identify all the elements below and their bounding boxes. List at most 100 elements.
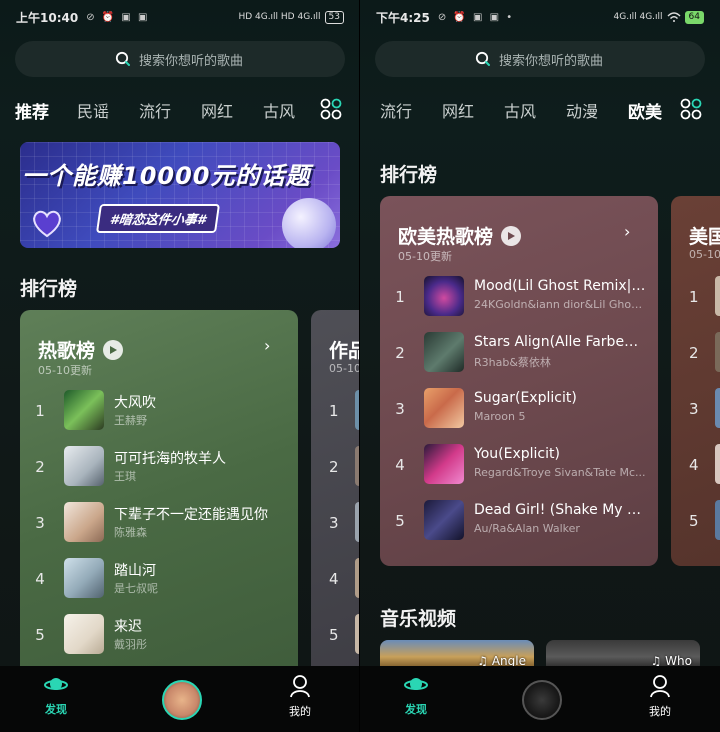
tab-internet[interactable]: 网红: [201, 98, 233, 122]
chevron-right-icon[interactable]: ›: [264, 336, 270, 355]
play-icon[interactable]: [501, 225, 522, 246]
banner-title: 一个能赚10000元的话题: [22, 162, 311, 190]
artist-name: 王琪: [114, 470, 136, 483]
artist-name: 戴羽彤: [114, 638, 147, 651]
nav-discover[interactable]: 发现: [404, 674, 428, 717]
nav-mine-label: 我的: [289, 705, 311, 718]
chart-row[interactable]: 4 You(Explicit) Regard&Troye Sivan&Tate …: [380, 442, 658, 488]
chart-row[interactable]: 5 来迟 戴羽彤: [20, 612, 298, 658]
screen-left: 上午10:40 ⊘ ⏰ ▣ ▣ HD 4G.ıll HD 4G.ıll 53 搜…: [0, 0, 360, 732]
now-playing-disc[interactable]: [162, 680, 202, 720]
tab-internet[interactable]: 网红: [442, 98, 474, 122]
peek-card-title: 作品: [329, 340, 359, 362]
status-time: 上午10:40: [16, 10, 79, 25]
nav-discover[interactable]: 发现: [44, 674, 68, 717]
play-icon[interactable]: [103, 339, 124, 360]
chart-row[interactable]: 1 大风吹 王赫野: [20, 388, 298, 434]
tab-ancient[interactable]: 古风: [263, 98, 295, 122]
chart-card-title-row: 欧美热歌榜: [398, 222, 522, 249]
chart-row[interactable]: 4 踏山河 是七叔呢: [20, 556, 298, 602]
chart-row[interactable]: 3 下辈子不一定还能遇见你 陈雅森: [20, 500, 298, 546]
section-title-charts: 排行榜: [380, 164, 438, 186]
chart-row[interactable]: 3 Sugar(Explicit) Maroon 5: [380, 386, 658, 432]
status-time: 下午4:25: [376, 10, 430, 25]
album-cover: [715, 444, 720, 484]
nav-mine[interactable]: 我的: [649, 674, 671, 719]
song-title: 来迟: [114, 619, 142, 635]
rank-number: 2: [395, 344, 405, 362]
rank-number: 4: [329, 570, 339, 588]
tab-recommend[interactable]: 推荐: [15, 98, 49, 127]
album-cover: [64, 390, 104, 430]
album-cover: [64, 558, 104, 598]
peek-card-updated: 05-10: [689, 248, 720, 261]
rank-number: 3: [329, 514, 339, 532]
rank-number: 5: [35, 626, 45, 644]
chart-card-title: 热歌榜: [38, 340, 96, 362]
banner-orb: [282, 198, 336, 248]
rank-number: 5: [689, 512, 699, 530]
rank-number: 1: [395, 288, 405, 306]
tab-anime[interactable]: 动漫: [566, 98, 598, 122]
screen-right: 下午4:25 ⊘ ⏰ ▣ ▣ • 4G.ıll 4G.ıll 64 搜索你想听的…: [360, 0, 720, 732]
nav-mine[interactable]: 我的: [289, 674, 311, 719]
chevron-right-icon[interactable]: ›: [624, 222, 630, 241]
promo-banner[interactable]: 一个能赚10000元的话题 #暗恋这件小事#: [20, 142, 340, 248]
song-title: Sugar(Explicit): [474, 390, 577, 406]
album-cover: [715, 388, 720, 428]
artist-name: Maroon 5: [474, 410, 526, 423]
chart-card-western[interactable]: 欧美热歌榜 › 05-10更新 1 Mood(Lil Ghost Remix|E…: [380, 196, 658, 566]
tab-western[interactable]: 欧美: [628, 98, 662, 127]
chart-card-hot[interactable]: 热歌榜 › 05-10更新 1 大风吹 王赫野 2 可可托海的牧羊人 王琪 3 …: [20, 310, 298, 690]
rank-number: 4: [35, 570, 45, 588]
rank-number: 1: [329, 402, 339, 420]
status-icons: ⊘ ⏰ ▣ ▣ •: [437, 11, 515, 23]
nav-mine-label: 我的: [649, 705, 671, 718]
album-cover: [424, 444, 464, 484]
chart-row[interactable]: 5 Dead Girl! (Shake My H... Au/Ra&Alan W…: [380, 498, 658, 544]
user-icon: [650, 675, 670, 698]
section-title-charts: 排行榜: [20, 278, 78, 300]
video-card[interactable]: ♫ Who: [546, 640, 700, 668]
chart-card-title: 欧美热歌榜: [398, 226, 494, 248]
tab-ancient[interactable]: 古风: [504, 98, 536, 122]
artist-name: R3hab&蔡依林: [474, 356, 551, 369]
now-playing-disc[interactable]: [522, 680, 562, 720]
heart-icon: [33, 210, 61, 238]
banner-tag: #暗恋这件小事#: [95, 204, 221, 233]
search-placeholder: 搜索你想听的歌曲: [499, 53, 604, 69]
search-icon: [475, 51, 490, 66]
chart-card-peek[interactable]: 美国 05-10 1 2 3 4 5: [671, 196, 720, 566]
chart-row[interactable]: 1 Mood(Lil Ghost Remix|E... 24KGoldn&ian…: [380, 274, 658, 320]
chart-card-peek[interactable]: 作品 05-10 1 2 3 4 5: [311, 310, 359, 690]
song-title: 可可托海的牧羊人: [114, 451, 226, 467]
tab-folk[interactable]: 民谣: [77, 98, 109, 122]
status-bar: 上午10:40 ⊘ ⏰ ▣ ▣ HD 4G.ıll HD 4G.ıll 53: [0, 0, 359, 34]
album-cover: [424, 276, 464, 316]
video-card[interactable]: ♫ Angle: [380, 640, 534, 668]
search-bar[interactable]: 搜索你想听的歌曲: [15, 41, 345, 77]
nav-discover-label: 发现: [45, 703, 67, 716]
peek-card-title: 美国: [689, 226, 720, 248]
tab-pop[interactable]: 流行: [139, 98, 171, 122]
category-grid-icon[interactable]: [680, 98, 702, 120]
status-icons: ⊘ ⏰ ▣ ▣: [86, 11, 150, 23]
song-title: Mood(Lil Ghost Remix|E...: [474, 278, 646, 294]
song-title: 大风吹: [114, 395, 156, 411]
chart-row[interactable]: 2 Stars Align(Alle Farben ... R3hab&蔡依林: [380, 330, 658, 376]
album-cover: [64, 502, 104, 542]
chart-row[interactable]: 2 可可托海的牧羊人 王琪: [20, 444, 298, 490]
album-cover: [715, 500, 720, 540]
category-tabs: 推荐 民谣 流行 网红 古风: [0, 94, 359, 127]
tab-pop[interactable]: 流行: [380, 98, 412, 122]
wifi-icon: [667, 12, 681, 22]
rank-number: 2: [35, 458, 45, 476]
rank-number: 4: [395, 456, 405, 474]
category-grid-icon[interactable]: [320, 98, 342, 120]
search-icon: [115, 51, 130, 66]
search-bar[interactable]: 搜索你想听的歌曲: [375, 41, 705, 77]
artist-name: 24KGoldn&iann dior&Lil Ghost...: [474, 298, 646, 311]
category-tabs: 流行 网红 古风 动漫 欧美: [360, 94, 720, 127]
album-cover: [715, 276, 720, 316]
rank-number: 3: [689, 400, 699, 418]
